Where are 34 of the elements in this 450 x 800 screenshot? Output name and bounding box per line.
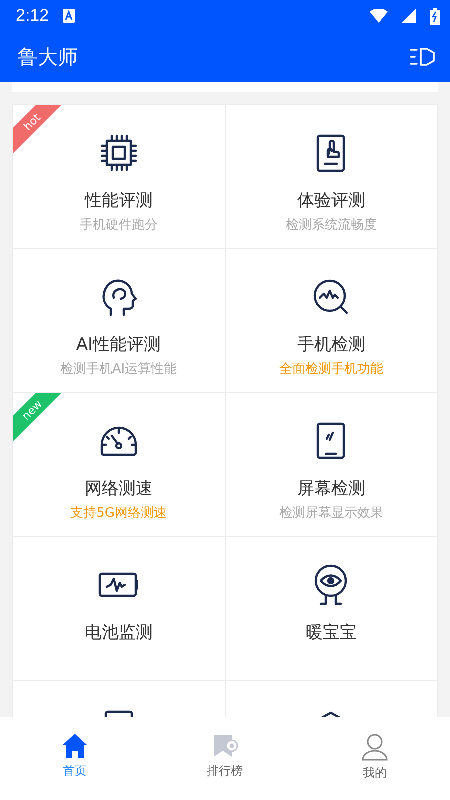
wifi-icon	[370, 9, 388, 23]
feature-title: 电池监测	[84, 622, 153, 644]
feature-tile[interactable]: 屏幕检测 检测屏幕显示效果	[226, 393, 437, 536]
person-icon	[361, 733, 389, 761]
battery-icon	[430, 8, 440, 24]
feature-title: 体验评测	[297, 190, 366, 212]
feature-subtitle: 检测手机AI运算性能	[60, 361, 178, 378]
feature-title: 网络测速	[84, 478, 153, 500]
feature-tile[interactable]: 电池监测	[13, 537, 224, 680]
feature-title: 暖宝宝	[306, 622, 357, 644]
bookmark-star-icon	[212, 733, 238, 759]
feature-subtitle: 全面检测手机功能	[279, 361, 384, 378]
feature-title: 屏幕检测	[297, 478, 366, 500]
signal-icon	[402, 9, 416, 23]
feature-tile[interactable]: 手机检测 全面检测手机功能	[226, 249, 437, 392]
feature-title: 手机检测	[297, 334, 366, 356]
nav-tab[interactable]: 排行榜	[150, 717, 300, 800]
nav-tab[interactable]: 我的	[300, 717, 450, 800]
feature-title: AI性能评测	[76, 334, 162, 356]
feature-tile[interactable]: hot 性能评测 手机硬件跑分	[13, 105, 224, 248]
feature-subtitle: 检测系统流畅度	[286, 217, 377, 234]
ribbon-label: hot	[21, 111, 43, 133]
status-time: 2:12	[16, 6, 50, 26]
notification-app-icon	[63, 9, 76, 23]
home-icon	[62, 733, 88, 759]
feature-tile[interactable]: 暖宝宝	[226, 537, 437, 680]
feature-tile[interactable]: AI性能评测 检测手机AI运算性能	[13, 249, 224, 392]
app-title: 鲁大师	[18, 44, 78, 70]
speaker-icon[interactable]	[410, 46, 436, 68]
feature-subtitle: 检测屏幕显示效果	[279, 505, 384, 522]
feature-subtitle: 支持5G网络测速	[70, 505, 167, 522]
feature-tile[interactable]: 体验评测 检测系统流畅度	[226, 105, 437, 248]
feature-title: 性能评测	[84, 190, 153, 212]
feature-subtitle: 手机硬件跑分	[80, 217, 158, 234]
